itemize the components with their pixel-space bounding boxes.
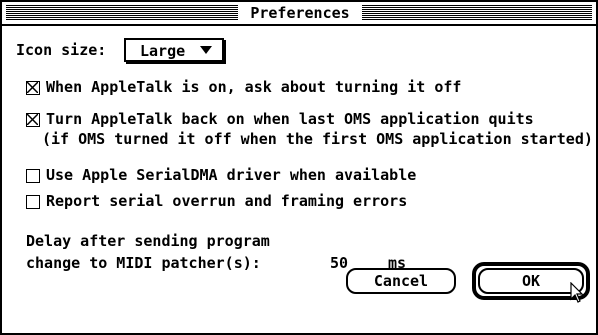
check-x-icon	[27, 114, 38, 125]
ok-button[interactable]: OK	[478, 268, 584, 294]
icon-size-value: Large	[140, 42, 186, 60]
checkbox-restore-appletalk[interactable]	[26, 113, 40, 127]
check-x-icon	[27, 82, 38, 93]
option-label: When AppleTalk is on, ask about turning …	[46, 78, 462, 96]
title-bar-stripes-left	[6, 5, 238, 20]
delay-label-line1: Delay after sending program	[26, 232, 270, 250]
mouse-pointer-icon	[570, 282, 584, 303]
option-sublabel: (if OMS turned it off when the first OMS…	[42, 130, 593, 148]
option-label: Report serial overrun and framing errors	[46, 192, 408, 210]
cancel-button[interactable]: Cancel	[346, 268, 456, 294]
checkbox-serialdma[interactable]	[26, 169, 40, 183]
window-title: Preferences	[238, 4, 362, 22]
checkbox-report-errors[interactable]	[26, 195, 40, 209]
title-bar-stripes-right	[362, 5, 592, 20]
delay-value-field[interactable]: 50	[330, 254, 348, 272]
preferences-window: Preferences Icon size: Large When AppleT…	[0, 0, 598, 335]
option-label: Use Apple SerialDMA driver when availabl…	[46, 166, 417, 184]
icon-size-label: Icon size:	[16, 41, 107, 59]
title-bar[interactable]: Preferences	[2, 2, 596, 26]
popup-arrow-icon	[200, 46, 212, 54]
icon-size-popup[interactable]: Large	[124, 38, 224, 62]
option-label: Turn AppleTalk back on when last OMS app…	[46, 110, 534, 128]
checkbox-ask-appletalk[interactable]	[26, 81, 40, 95]
delay-label-line2: change to MIDI patcher(s):	[26, 254, 261, 272]
